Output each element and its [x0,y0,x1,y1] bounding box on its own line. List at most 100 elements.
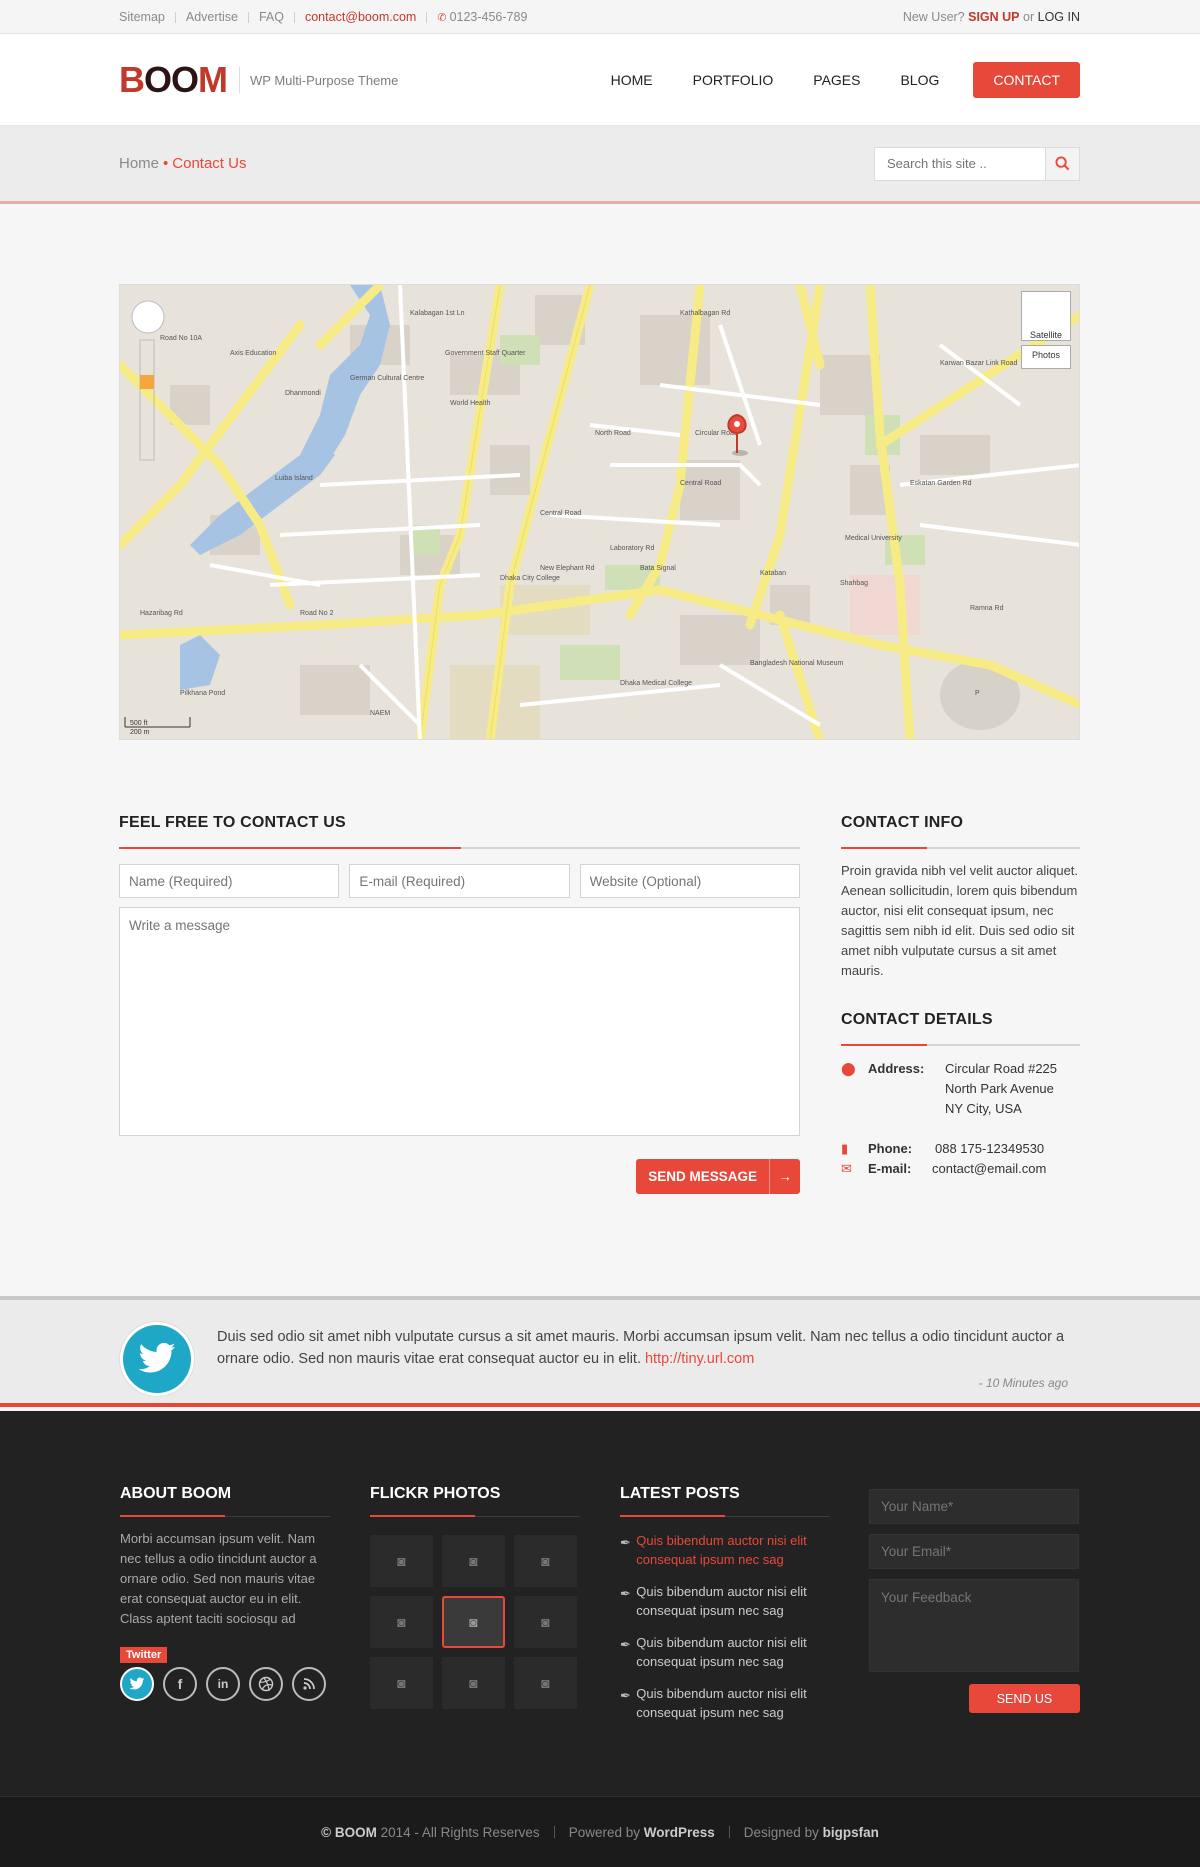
svg-text:Road No 10A: Road No 10A [160,335,202,342]
envelope-icon: ✉ [841,1161,852,1176]
post-item[interactable]: ✒ Quis bibendum auctor nisi elit consequa… [620,1531,830,1569]
faq-link[interactable]: FAQ [259,10,284,24]
nav-home[interactable]: HOME [591,62,673,98]
website-field[interactable] [579,864,800,898]
post-item[interactable]: ✒ Quis bibendum auctor nisi elit consequa… [620,1633,830,1671]
advertise-link[interactable]: Advertise [186,10,238,24]
breadcrumb-current: Contact Us [172,155,247,172]
twitter-logo[interactable] [120,1322,194,1396]
map-type-satellite-button[interactable]: Satellite [1021,291,1071,341]
nav-blog[interactable]: BLOG [880,62,959,98]
svg-text:Luiba Island: Luiba Island [275,475,313,482]
post-item[interactable]: ✒ Quis bibendum auctor nisi elit consequa… [620,1582,830,1620]
phone-icon: ✆ [437,11,447,24]
map-type-photos-button[interactable]: Photos [1021,345,1071,369]
nav-contact[interactable]: CONTACT [973,62,1080,98]
flickr-photo[interactable]: ◙ [370,1596,433,1648]
contact-email-link[interactable]: contact@boom.com [305,10,416,24]
phone-number: 0123-456-789 [449,10,528,24]
flickr-photo[interactable]: ◙ [442,1535,505,1587]
title-underline [620,1515,830,1517]
designer-link[interactable]: bigpsfan [823,1825,879,1840]
svg-text:Ramna Rd: Ramna Rd [970,605,1004,612]
sitemap-link[interactable]: Sitemap [119,10,165,24]
flickr-photo[interactable]: ◙ [514,1657,577,1709]
post-item[interactable]: ✒ Quis bibendum auctor nisi elit consequa… [620,1684,830,1722]
flickr-title: FLICKR PHOTOS [370,1485,501,1502]
svg-text:Dhanmondi: Dhanmondi [285,390,321,397]
breadcrumb-bar: Home • Contact Us [0,126,1200,204]
nav-portfolio[interactable]: PORTFOLIO [673,62,794,98]
google-map[interactable]: Road No 10A Axis Education Dhanmondi Luiba… [119,284,1080,740]
footer-flickr: FLICKR PHOTOS ◙ ◙ ◙ ◙ ◙ ◙ ◙ ◙ ◙ [370,1485,580,1709]
tweet-link[interactable]: http://tiny.url.com [645,1351,754,1367]
title-underline [841,847,1080,849]
flickr-photo[interactable]: ◙ [514,1596,577,1648]
camera-icon: ◙ [397,1675,406,1691]
site-search [874,146,1080,181]
nav-pages[interactable]: PAGES [793,62,880,98]
svg-text:Eskatan Garden Rd: Eskatan Garden Rd [910,480,972,487]
search-icon [1055,156,1070,171]
svg-text:New Elephant Rd: New Elephant Rd [540,565,595,572]
search-input[interactable] [875,147,1045,180]
svg-text:Kathalbagan Rd: Kathalbagan Rd [680,310,730,317]
email-value[interactable]: contact@email.com [932,1159,1046,1179]
send-row: SEND MESSAGE → [119,1159,800,1194]
signup-link[interactable]: SIGN UP [968,10,1019,24]
login-link[interactable]: LOG IN [1038,10,1080,24]
tweet-text: Duis sed odio sit amet nibh vulputate cu… [217,1329,1065,1367]
logo-tagline: WP Multi-Purpose Theme [239,67,398,93]
twitter-tooltip: Twitter [120,1647,168,1663]
send-us-button[interactable]: SEND US [969,1684,1080,1713]
about-text: Morbi accumsan ipsum velit. Nam nec tell… [120,1531,317,1626]
svg-text:Central Road: Central Road [540,510,581,517]
rss-icon[interactable] [292,1667,326,1701]
svg-text:Dhaka Medical College: Dhaka Medical College [620,680,692,687]
your-name-field[interactable] [869,1489,1079,1524]
camera-icon: ◙ [469,1553,478,1569]
arrow-right-icon: → [769,1159,800,1194]
facebook-icon[interactable]: f [163,1667,197,1701]
flickr-photo[interactable]: ◙ [514,1535,577,1587]
breadcrumb-home[interactable]: Home [119,155,159,172]
email-field[interactable] [349,864,570,898]
divider [174,11,176,23]
logo[interactable]: BOOM WP Multi-Purpose Theme [119,59,398,101]
flickr-photo-selected[interactable]: ◙ [442,1596,505,1648]
wordpress-link[interactable]: WordPress [644,1825,715,1840]
search-button[interactable] [1045,147,1079,180]
svg-text:Shahbag: Shahbag [840,580,868,587]
message-field[interactable] [119,907,800,1136]
address-label: Address: [868,1061,925,1076]
name-field[interactable] [119,864,340,898]
top-bar: Sitemap Advertise FAQ contact@boom.com ✆… [0,0,1200,34]
title-underline [841,1044,1080,1046]
footer-feedback-form: SEND US [869,1489,1080,1713]
pen-icon: ✒ [620,1688,631,1703]
divider [426,11,428,23]
title-underline [119,847,800,849]
camera-icon: ◙ [469,1614,478,1630]
your-email-field[interactable] [869,1534,1079,1569]
flickr-photo[interactable]: ◙ [442,1657,505,1709]
svg-text:North Road: North Road [595,430,631,437]
location-pin-icon: ⬤ [841,1061,856,1076]
pen-icon: ✒ [620,1586,631,1601]
send-message-button[interactable]: SEND MESSAGE → [636,1159,800,1194]
contact-form-section: FEEL FREE TO CONTACT US SEND MESSAGE → [119,814,800,1194]
svg-text:Karwan Bazar Link Road: Karwan Bazar Link Road [940,360,1018,367]
divider [247,11,249,23]
site-header: BOOM WP Multi-Purpose Theme HOME PORTFOL… [0,34,1200,126]
contact-fields [119,864,800,898]
divider [553,1826,555,1838]
linkedin-icon[interactable]: in [206,1667,240,1701]
feedback-field[interactable] [869,1579,1079,1672]
flickr-photo[interactable]: ◙ [370,1657,433,1709]
twitter-bird-icon [138,1342,176,1373]
flickr-photo[interactable]: ◙ [370,1535,433,1587]
map-scale: 500 ft 200 m [130,720,150,736]
dribbble-icon[interactable] [249,1667,283,1701]
title-underline [120,1515,330,1517]
twitter-icon[interactable] [120,1667,154,1701]
